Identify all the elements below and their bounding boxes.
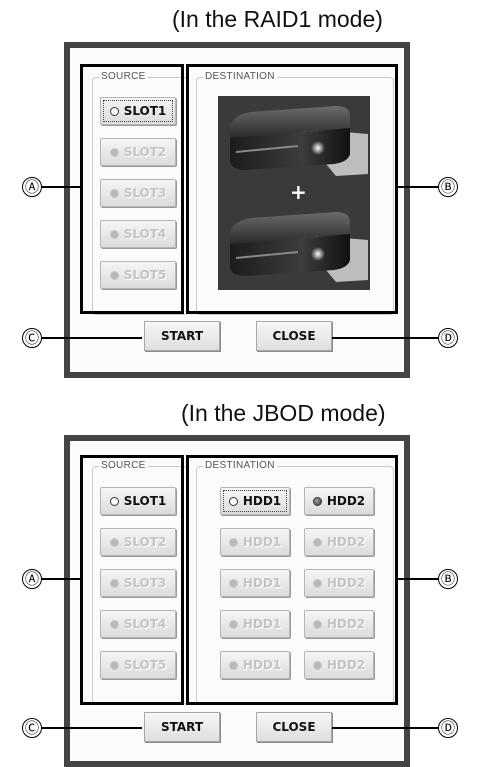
plus-sign: + xyxy=(290,180,307,204)
slot-label: SLOT3 xyxy=(123,576,167,590)
jbod-slot2-button[interactable]: SLOT2 xyxy=(100,528,176,556)
status-dot-icon xyxy=(109,229,119,239)
slot-label: SLOT2 xyxy=(123,145,167,159)
status-dot-icon xyxy=(312,496,322,506)
jbod-dialog: SOURCE DESTINATION SLOT1 SLOT2 SLOT3 SLO… xyxy=(64,435,410,767)
status-dot-icon xyxy=(228,619,238,629)
status-dot-icon xyxy=(109,578,119,588)
hard-drive-pair-icon: + xyxy=(230,106,368,282)
status-dot-icon xyxy=(109,619,119,629)
callout-c-leader xyxy=(40,337,142,339)
raid1-source-label: SOURCE xyxy=(99,71,148,83)
raid1-dialog: SOURCE DESTINATION SLOT1 SLOT2 SLOT3 SLO… xyxy=(64,42,410,378)
slot-label: SLOT4 xyxy=(123,227,167,241)
jbod-mode-caption: (In the JBOD mode) xyxy=(181,400,386,426)
status-dot-icon xyxy=(312,619,322,629)
hdd-label: HDD1 xyxy=(242,617,282,631)
callout-c: Ⓒ xyxy=(22,328,42,348)
jbod-row4-hdd2-button[interactable]: HDD2 xyxy=(304,610,374,638)
raid1-close-button[interactable]: CLOSE xyxy=(256,321,332,351)
jbod-dialog-panel: SOURCE DESTINATION SLOT1 SLOT2 SLOT3 SLO… xyxy=(70,441,404,761)
callout-d-leader xyxy=(332,727,438,729)
hdd-label: HDD2 xyxy=(326,658,366,672)
jbod-slot1-button[interactable]: SLOT1 xyxy=(100,487,176,515)
jbod-row5-hdd2-button[interactable]: HDD2 xyxy=(304,651,374,679)
slot-label: SLOT5 xyxy=(123,268,167,282)
hdd-label: HDD1 xyxy=(242,494,282,508)
raid1-slot5-button[interactable]: SLOT5 xyxy=(100,261,176,289)
slot-label: SLOT1 xyxy=(123,104,167,118)
status-dot-icon xyxy=(228,578,238,588)
callout-c: Ⓒ xyxy=(22,718,42,738)
slot-label: SLOT2 xyxy=(123,535,167,549)
raid1-slot2-button[interactable]: SLOT2 xyxy=(100,138,176,166)
callout-b: Ⓑ xyxy=(438,569,458,589)
callout-c-leader xyxy=(40,727,142,729)
status-dot-icon xyxy=(312,660,322,670)
callout-a: Ⓐ xyxy=(22,569,42,589)
slot-label: SLOT3 xyxy=(123,186,167,200)
status-dot-icon xyxy=(109,188,119,198)
jbod-row4-hdd1-button[interactable]: HDD1 xyxy=(220,610,290,638)
hdd-label: HDD1 xyxy=(242,658,282,672)
hdd-label: HDD2 xyxy=(326,617,366,631)
callout-d: Ⓓ xyxy=(438,328,458,348)
callout-b-leader xyxy=(398,578,438,580)
callout-d: Ⓓ xyxy=(438,718,458,738)
raid1-mode-caption: (In the RAID1 mode) xyxy=(172,6,383,32)
callout-b-leader xyxy=(398,186,438,188)
jbod-start-button[interactable]: START xyxy=(144,712,220,742)
raid1-slot1-button[interactable]: SLOT1 xyxy=(100,97,176,125)
status-dot-icon xyxy=(312,578,322,588)
status-dot-icon xyxy=(109,660,119,670)
slot-label: SLOT1 xyxy=(123,494,167,508)
raid1-dialog-panel: SOURCE DESTINATION SLOT1 SLOT2 SLOT3 SLO… xyxy=(70,48,404,372)
status-dot-icon xyxy=(228,660,238,670)
jbod-row1-hdd1-button[interactable]: HDD1 xyxy=(220,487,290,515)
raid1-slot3-button[interactable]: SLOT3 xyxy=(100,179,176,207)
raid1-start-button[interactable]: START xyxy=(144,321,220,351)
hdd-label: HDD2 xyxy=(326,494,366,508)
callout-a-leader xyxy=(40,186,80,188)
radio-empty-icon xyxy=(228,496,238,506)
slot-label: SLOT4 xyxy=(123,617,167,631)
raid1-destination-label: DESTINATION xyxy=(203,71,277,83)
jbod-row1-hdd2-button[interactable]: HDD2 xyxy=(304,487,374,515)
raid1-drives-image: + xyxy=(218,96,370,290)
status-dot-icon xyxy=(109,537,119,547)
callout-d-leader xyxy=(332,337,438,339)
jbod-row2-hdd1-button[interactable]: HDD1 xyxy=(220,528,290,556)
jbod-row5-hdd1-button[interactable]: HDD1 xyxy=(220,651,290,679)
slot-label: SLOT5 xyxy=(123,658,167,672)
jbod-row2-hdd2-button[interactable]: HDD2 xyxy=(304,528,374,556)
hdd-label: HDD2 xyxy=(326,535,366,549)
status-dot-icon xyxy=(109,270,119,280)
jbod-slot3-button[interactable]: SLOT3 xyxy=(100,569,176,597)
hdd-label: HDD1 xyxy=(242,535,282,549)
radio-empty-icon xyxy=(109,496,119,506)
hdd-label: HDD1 xyxy=(242,576,282,590)
jbod-row3-hdd1-button[interactable]: HDD1 xyxy=(220,569,290,597)
radio-empty-icon xyxy=(109,106,119,116)
jbod-close-button[interactable]: CLOSE xyxy=(256,712,332,742)
status-dot-icon xyxy=(109,147,119,157)
hdd-label: HDD2 xyxy=(326,576,366,590)
callout-a-leader xyxy=(40,578,80,580)
jbod-destination-label: DESTINATION xyxy=(203,460,277,472)
jbod-slot5-button[interactable]: SLOT5 xyxy=(100,651,176,679)
jbod-row3-hdd2-button[interactable]: HDD2 xyxy=(304,569,374,597)
status-dot-icon xyxy=(312,537,322,547)
callout-b: Ⓑ xyxy=(438,177,458,197)
jbod-source-label: SOURCE xyxy=(99,460,148,472)
jbod-slot4-button[interactable]: SLOT4 xyxy=(100,610,176,638)
callout-a: Ⓐ xyxy=(22,177,42,197)
status-dot-icon xyxy=(228,537,238,547)
raid1-slot4-button[interactable]: SLOT4 xyxy=(100,220,176,248)
